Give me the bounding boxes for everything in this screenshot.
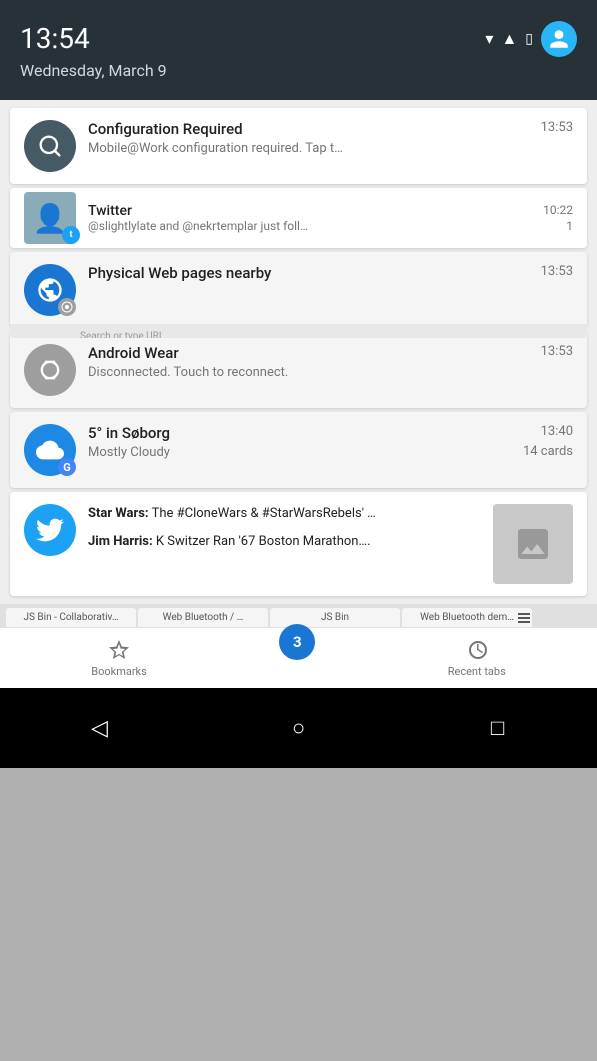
config-content: Configuration Required 13:53 Mobile@Work…	[88, 120, 573, 156]
android-wear-time: 13:53	[541, 344, 573, 359]
status-icons: ▾ ▲ ▯	[485, 21, 577, 57]
android-wear-icon-wrap	[24, 344, 76, 396]
recents-button[interactable]: □	[473, 703, 523, 753]
battery-icon: ▯	[525, 31, 533, 47]
browser-tab-3[interactable]: JS Bin	[270, 608, 400, 627]
signal-icon: ▲	[501, 29, 517, 49]
config-time: 13:53	[541, 120, 573, 135]
weather-title: 5° in Søborg	[88, 424, 533, 442]
physical-web-title: Physical Web pages nearby	[88, 264, 533, 282]
bookmarks-button[interactable]: Bookmarks	[91, 638, 147, 678]
recent-tabs-button[interactable]: Recent tabs	[448, 638, 506, 678]
config-icon-wrap	[24, 120, 76, 172]
twitter-partial-count: 1	[566, 219, 573, 233]
tweet2-text: K Switzer Ran '67 Boston Marathon….	[156, 534, 371, 549]
status-bar: 13:54 ▾ ▲ ▯ Wednesday, March 9	[0, 0, 597, 100]
weather-content: 5° in Søborg 13:40 Mostly Cloudy 14 card…	[88, 424, 573, 460]
recents-icon: □	[491, 715, 504, 741]
user-avatar[interactable]	[541, 21, 577, 57]
notif-android-wear[interactable]: Android Wear 13:53 Disconnected. Touch t…	[10, 332, 587, 408]
notif-twitter-full[interactable]: Star Wars: The #CloneWars & #StarWarsReb…	[10, 492, 587, 596]
chrome-bottom-bar: Bookmarks 3 Recent tabs	[0, 627, 597, 688]
chrome-badge	[58, 298, 76, 316]
browser-tab-4[interactable]: Web Bluetooth dem…	[402, 608, 532, 627]
physical-web-icon-wrap	[24, 264, 76, 316]
twitter-full-icon-wrap	[24, 504, 76, 556]
android-wear-title: Android Wear	[88, 344, 533, 362]
weather-time: 13:40	[541, 424, 573, 439]
notif-config[interactable]: Configuration Required 13:53 Mobile@Work…	[10, 108, 587, 184]
back-icon: ◁	[91, 716, 108, 741]
android-wear-body: Disconnected. Touch to reconnect.	[88, 365, 508, 380]
android-wear-content: Android Wear 13:53 Disconnected. Touch t…	[88, 344, 573, 380]
config-body: Mobile@Work configuration required. Tap …	[88, 141, 508, 156]
tweet1-text: The #CloneWars & #StarWarsRebels' …	[152, 506, 376, 521]
twitter-partial-title: Twitter	[88, 203, 132, 219]
twitter-partial-time: 10:22	[543, 203, 573, 219]
back-button[interactable]: ◁	[75, 703, 125, 753]
weather-body: Mostly Cloudy	[88, 445, 170, 460]
wifi-icon: ▾	[485, 29, 493, 48]
twitter-full-content: Star Wars: The #CloneWars & #StarWarsReb…	[88, 504, 573, 584]
notif-twitter-partial[interactable]: 👤 t Twitter 10:22 @slightlylate and @nek…	[10, 188, 587, 248]
tab-count: 3	[293, 633, 302, 651]
tweet1-author: Star Wars:	[88, 506, 149, 521]
recent-tabs-icon	[465, 638, 489, 662]
twitter-partial-content: Twitter 10:22 @slightlylate and @nekrtem…	[88, 203, 573, 233]
weather-extra: 14 cards	[523, 444, 573, 459]
bookmarks-icon	[107, 638, 131, 662]
recent-tabs-label: Recent tabs	[448, 665, 506, 678]
home-icon: ○	[292, 715, 305, 741]
browser-tab-4-label: Web Bluetooth dem…	[420, 612, 514, 623]
notif-weather[interactable]: G 5° in Søborg 13:40 Mostly Cloudy 14 ca…	[10, 412, 587, 488]
weather-icon-wrap: G	[24, 424, 76, 476]
home-button[interactable]: ○	[274, 703, 324, 753]
bookmarks-label: Bookmarks	[91, 665, 147, 678]
config-title: Configuration Required	[88, 120, 533, 138]
status-time: 13:54	[20, 22, 90, 55]
browser-tab-1[interactable]: JS Bin - Collaborativ…	[6, 608, 136, 627]
notifications-area: Configuration Required 13:53 Mobile@Work…	[0, 100, 597, 604]
status-date: Wednesday, March 9	[20, 61, 577, 80]
physical-web-content: Physical Web pages nearby 13:53	[88, 264, 573, 282]
browser-tab-2[interactable]: Web Bluetooth / …	[138, 608, 268, 627]
physical-web-time: 13:53	[541, 264, 573, 279]
tweet2-author: Jim Harris:	[88, 534, 153, 549]
notif-physical-web[interactable]: Physical Web pages nearby 13:53 Search o…	[10, 252, 587, 328]
google-badge: G	[58, 458, 76, 476]
system-nav: ◁ ○ □	[0, 688, 597, 768]
tab-count-bubble[interactable]: 3	[279, 624, 315, 660]
twitter-partial-body: @slightlylate and @nekrtemplar just foll…	[88, 219, 308, 233]
